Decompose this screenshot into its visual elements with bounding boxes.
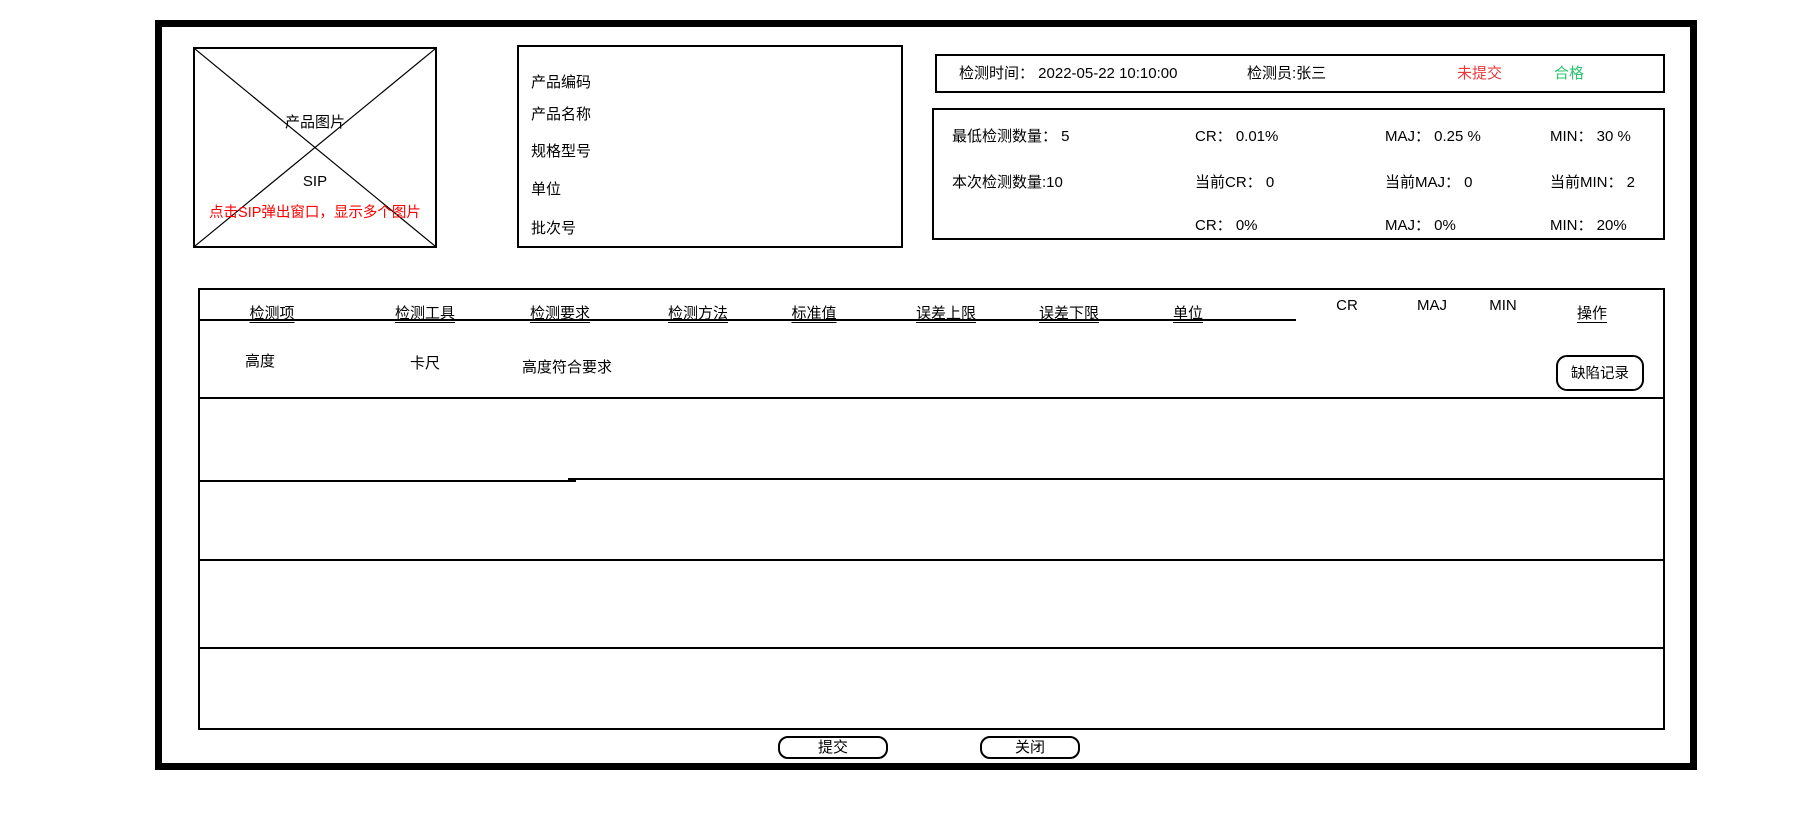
field-label-product-code: 产品编码 (531, 73, 591, 93)
row-separator (200, 647, 1663, 649)
inspection-stats-box: 最低检测数量： 5 CR： 0.01% MAJ： 0.25 % MIN： 30 … (932, 108, 1665, 240)
status-qualified-badge: 合格 (1554, 56, 1584, 91)
col-header-cr: CR (1336, 297, 1358, 314)
row1-cell-tool: 卡尺 (410, 354, 440, 374)
inspection-table: 检测项 检测工具 检测要求 检测方法 标准值 误差上限 误差下限 单位 CR M… (198, 288, 1665, 730)
col-header-min: MIN (1489, 297, 1517, 314)
col-header-maj: MAJ (1417, 297, 1447, 314)
field-label-batch-number: 批次号 (531, 219, 576, 239)
stat-min-inspect-qty: 最低检测数量： 5 (952, 127, 1070, 147)
inspection-time: 检测时间： 2022-05-22 10:10:00 (959, 56, 1177, 91)
status-unsubmitted-badge: 未提交 (1457, 56, 1502, 91)
stat-cr-limit: CR： 0.01% (1195, 127, 1278, 147)
stat-maj-limit: MAJ： 0.25 % (1385, 127, 1481, 147)
stat-current-maj: 当前MAJ： 0 (1385, 173, 1473, 193)
defect-record-button[interactable]: 缺陷记录 (1556, 355, 1644, 391)
product-fields-box: 产品编码 产品名称 规格型号 单位 批次号 (517, 45, 903, 248)
inspection-info-box: 检测时间： 2022-05-22 10:10:00 检测员:张三 未提交 合格 (935, 54, 1665, 93)
product-image-label: 产品图片 (195, 111, 435, 132)
close-button[interactable]: 关闭 (980, 736, 1080, 759)
stat-min-rate: MIN： 20% (1550, 216, 1627, 236)
header-separator-line (200, 319, 1296, 321)
field-label-product-name: 产品名称 (531, 105, 591, 125)
row1-cell-item: 高度 (245, 352, 275, 372)
row-separator (200, 480, 576, 482)
product-image-placeholder[interactable]: 产品图片 SIP 点击SIP弹出窗口，显示多个图片 (193, 47, 437, 248)
row-separator (200, 397, 1663, 399)
inspector-name: 检测员:张三 (1247, 56, 1326, 91)
row-separator (200, 559, 1663, 561)
stat-current-cr: 当前CR： 0 (1195, 173, 1274, 193)
stat-current-min: 当前MIN： 2 (1550, 173, 1635, 193)
inspection-dialog-page: 产品图片 SIP 点击SIP弹出窗口，显示多个图片 产品编码 产品名称 规格型号… (0, 0, 1819, 833)
row-separator (568, 478, 1663, 480)
stat-current-inspect-qty: 本次检测数量:10 (952, 173, 1063, 193)
row1-cell-requirement: 高度符合要求 (522, 358, 612, 378)
sip-note-text: 点击SIP弹出窗口，显示多个图片 (195, 201, 435, 222)
col-header-action: 操作 (1577, 302, 1607, 323)
submit-button[interactable]: 提交 (778, 736, 888, 759)
stat-maj-rate: MAJ： 0% (1385, 216, 1456, 236)
field-label-unit: 单位 (531, 180, 561, 200)
stat-min-limit: MIN： 30 % (1550, 127, 1631, 147)
stat-cr-rate: CR： 0% (1195, 216, 1258, 236)
sip-link[interactable]: SIP (195, 173, 435, 190)
field-label-spec-model: 规格型号 (531, 142, 591, 162)
